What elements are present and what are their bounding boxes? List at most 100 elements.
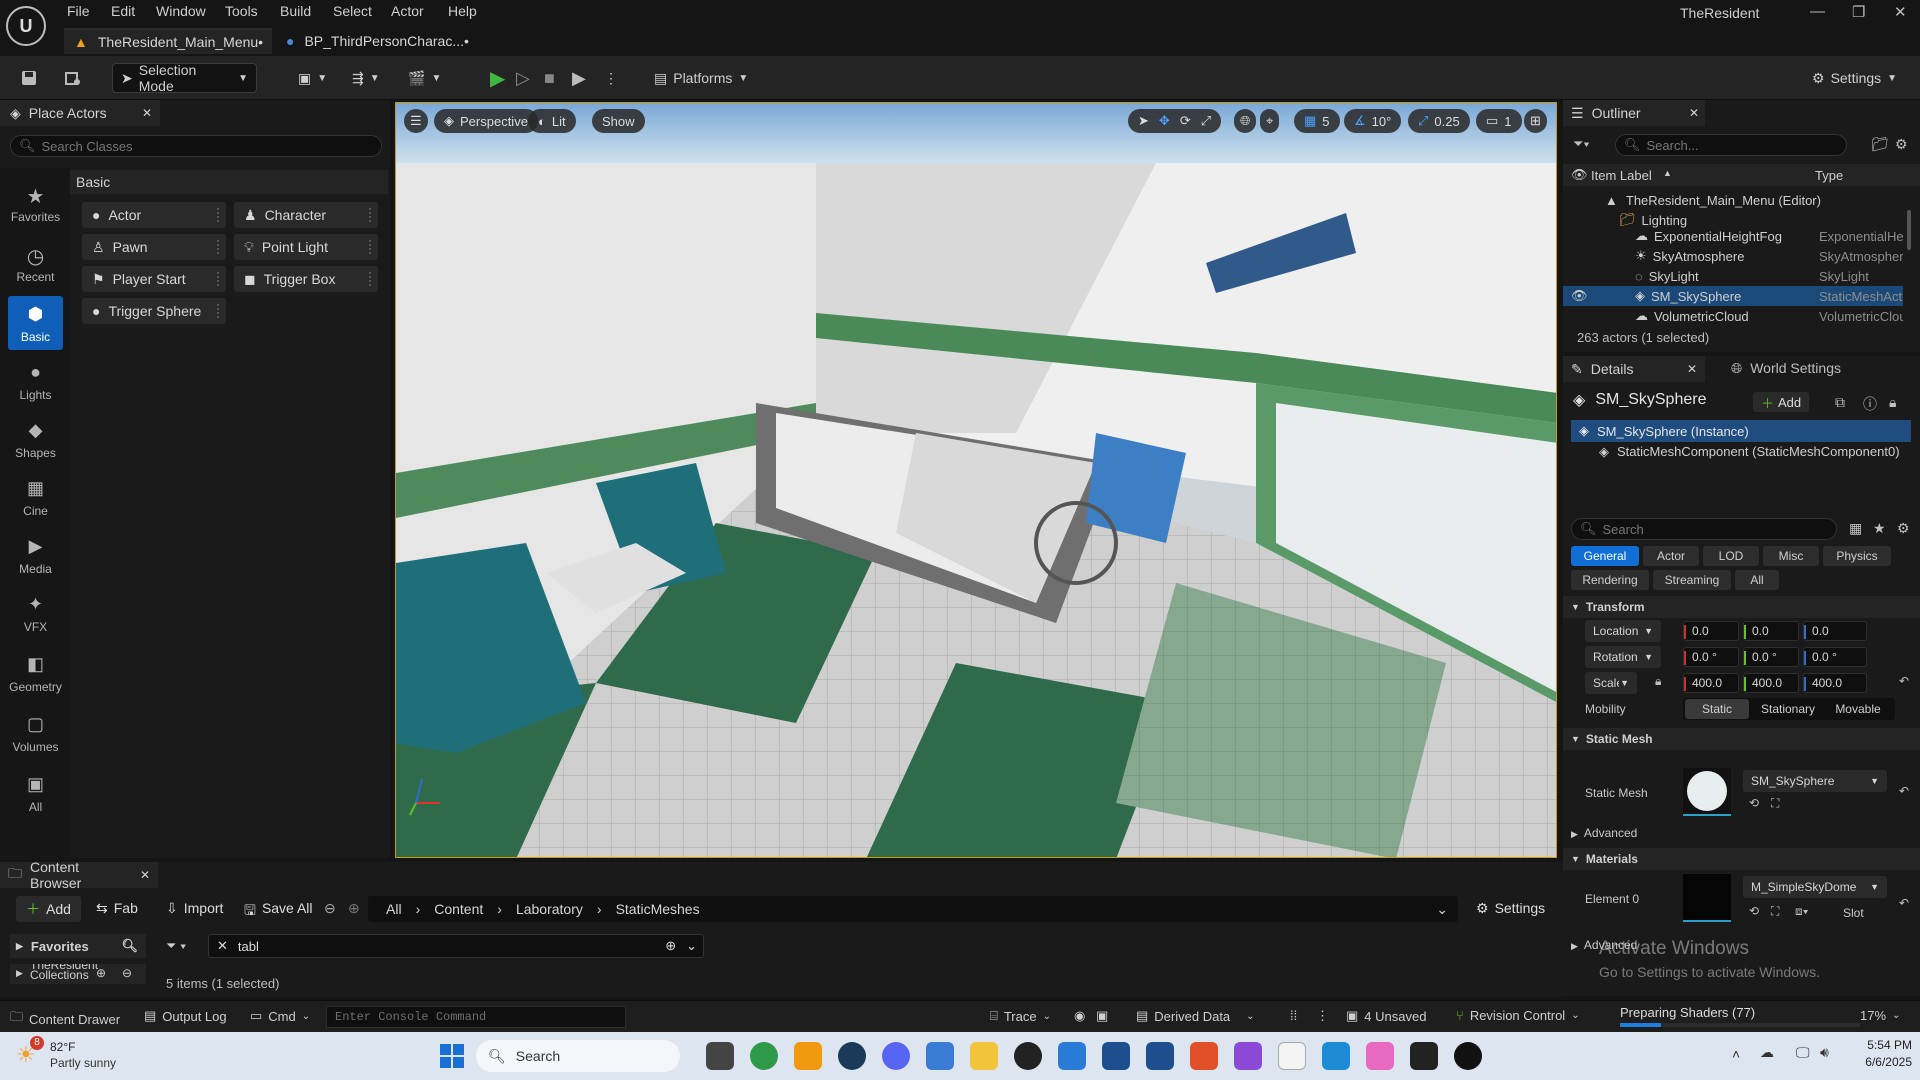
table-view-icon[interactable]: ▦ [1849, 520, 1862, 537]
output-log-button[interactable]: ▤ Output Log [144, 1008, 227, 1024]
blue-app-icon[interactable] [1322, 1042, 1350, 1070]
rotation-x-field[interactable]: 0.0 ° [1683, 647, 1739, 667]
record-icon[interactable]: ◉ [1074, 1008, 1085, 1024]
cb-settings-button[interactable]: ⚙ Settings [1476, 900, 1545, 917]
material-dropdown[interactable]: M_SimpleSkyDome ▼ [1743, 876, 1887, 898]
instance-row[interactable]: ◈ SM_SkySphere (Instance) [1571, 420, 1911, 442]
material-options-icon[interactable]: ⧈▾ [1795, 904, 1809, 919]
outliner-row-selected[interactable]: 👁︎ ◈ SM_SkySphere StaticMeshAct [1563, 286, 1903, 306]
derived-data-dropdown[interactable]: ▤ Derived Data ⌄ [1136, 1008, 1255, 1024]
menu-file[interactable]: File [67, 3, 90, 19]
cb-save-all-button[interactable]: 🖫 Save All [244, 900, 313, 924]
browse-icon[interactable]: ⟲ [1749, 796, 1759, 810]
network-icon[interactable]: 🖵︎ [1796, 1044, 1810, 1061]
viewport-layout-button[interactable]: ⊞ [1524, 109, 1547, 133]
scale-dropdown[interactable]: Scale▼ [1585, 672, 1637, 694]
blueprint-icon[interactable]: ⧉ [1835, 394, 1845, 411]
colorful-app-icon[interactable] [1366, 1042, 1394, 1070]
menu-edit[interactable]: Edit [111, 3, 135, 19]
material-thumbnail[interactable] [1683, 874, 1731, 922]
select-cursor-icon[interactable]: ➤ [1138, 113, 1149, 129]
save-icon[interactable] [12, 63, 46, 93]
document-icon[interactable] [1278, 1042, 1306, 1070]
use-selected-icon[interactable]: ⛶ [1771, 904, 1779, 919]
category-geometry[interactable]: ◧ Geometry [8, 654, 63, 694]
scale-y-field[interactable]: 400.0 [1743, 673, 1799, 693]
filter-all[interactable]: All [1735, 570, 1779, 590]
selection-mode-dropdown[interactable]: ➤ Selection Mode ▼ [112, 62, 257, 94]
static-mesh-thumbnail[interactable] [1683, 768, 1731, 816]
category-volumes[interactable]: ▢ Volumes [8, 714, 63, 754]
rotation-snap[interactable]: ∡ 10° [1344, 109, 1402, 133]
reset-icon[interactable]: ↶ [1899, 896, 1909, 910]
grid-snap[interactable]: ▦ 5 [1294, 109, 1340, 133]
filter-icon[interactable]: ⏷▾ [1573, 136, 1590, 152]
revision-control-dropdown[interactable]: ⑂ Revision Control ⌄ [1456, 1008, 1580, 1023]
help-icon[interactable]: ⓘ [1863, 394, 1877, 414]
filter-streaming[interactable]: Streaming [1653, 570, 1731, 590]
category-lights[interactable]: ● Lights [8, 362, 63, 402]
unreal-engine-icon[interactable] [1454, 1042, 1482, 1070]
use-selected-icon[interactable]: ⛶ [1771, 796, 1779, 811]
filter-actor[interactable]: Actor [1643, 546, 1699, 566]
obs-icon[interactable] [1014, 1042, 1042, 1070]
rotation-z-field[interactable]: 0.0 ° [1803, 647, 1867, 667]
cb-import-button[interactable]: ⇩ Import [166, 900, 223, 917]
filter-lod[interactable]: LOD [1703, 546, 1759, 566]
more-options-icon[interactable]: ⋮ [1316, 1008, 1329, 1024]
category-cine[interactable]: ▦ Cine [8, 478, 63, 518]
outliner-search-input[interactable]: 🔍︎ Search... [1615, 134, 1847, 156]
gear-icon[interactable]: ⚙ [1895, 136, 1908, 153]
clear-search-icon[interactable]: ✕ [217, 938, 228, 954]
volume-icon[interactable]: 🔊︎ [1820, 1044, 1829, 1061]
tab-main-menu-level[interactable]: ▲ TheResident_Main_Menu• [64, 28, 272, 54]
clock[interactable]: 5:54 PM 6/6/2025 [1852, 1038, 1912, 1069]
launch-icon[interactable]: ▶ [564, 63, 594, 93]
scale-z-field[interactable]: 400.0 [1803, 673, 1867, 693]
actor-item-character[interactable]: ♟ Character [234, 202, 378, 228]
editor2-icon[interactable] [1146, 1042, 1174, 1070]
outliner-scrollbar[interactable] [1907, 210, 1911, 250]
category-basic[interactable]: ⬢ Basic [8, 296, 63, 350]
static-mesh-dropdown[interactable]: SM_SkySphere ▼ [1743, 770, 1887, 792]
close-window-icon[interactable]: ✕ [1894, 3, 1907, 21]
outliner-row[interactable]: ◌ SkyLight SkyLight [1563, 266, 1903, 286]
path-content[interactable]: Content [434, 901, 483, 917]
content-icon[interactable] [56, 63, 90, 93]
lock-icon[interactable]: 🔒︎ [1655, 674, 1661, 689]
menu-help[interactable]: Help [448, 3, 477, 19]
cmd-dropdown[interactable]: ▭ Cmd ⌄ [250, 1008, 310, 1024]
store-icon[interactable] [926, 1042, 954, 1070]
reset-icon[interactable]: ↶ [1899, 784, 1909, 798]
taskbar-search[interactable]: 🔍︎ Search [476, 1040, 680, 1072]
chevron-down-icon[interactable]: ⌄ [686, 938, 697, 954]
stop-icon[interactable]: ■ [536, 63, 563, 93]
translate-icon[interactable]: ✥ [1159, 113, 1170, 129]
outliner-row-level[interactable]: ▲ TheResident_Main_Menu (Editor) [1563, 190, 1903, 210]
minimize-icon[interactable]: — [1810, 3, 1825, 20]
gear-icon[interactable]: ⚙ [1897, 520, 1910, 537]
outliner-row[interactable]: ☁︎ VolumetricCloud VolumetricClou [1563, 306, 1903, 326]
epic-games-icon[interactable] [1410, 1042, 1438, 1070]
notepad-icon[interactable] [1058, 1042, 1086, 1070]
add-actor-icon[interactable]: ▣ ▼ [290, 63, 335, 93]
settings-dropdown[interactable]: ⚙ Settings ▼ [1804, 63, 1905, 93]
step-icon[interactable]: ▷ [508, 63, 538, 93]
tab-blueprint-character[interactable]: ● BP_ThirdPersonCharac...• [276, 28, 476, 54]
tray-app-icon[interactable]: ☁︎ [1760, 1044, 1774, 1061]
menu-tools[interactable]: Tools [225, 3, 258, 19]
rotation-y-field[interactable]: 0.0 ° [1743, 647, 1799, 667]
windows-start-icon[interactable] [440, 1044, 464, 1068]
brave-icon[interactable] [1190, 1042, 1218, 1070]
trace-dropdown[interactable]: ⌸ Trace ⌄ [990, 1008, 1051, 1024]
close-icon[interactable]: ✕ [1687, 362, 1697, 376]
cb-add-button[interactable]: ＋ Add [16, 896, 81, 922]
actor-item-actor[interactable]: ● Actor [82, 202, 226, 228]
category-media[interactable]: ▶ Media [8, 536, 63, 576]
category-all[interactable]: ▣ All [8, 774, 63, 814]
search-classes-input[interactable]: 🔍︎ Search Classes [10, 135, 382, 157]
browse-icon[interactable]: ⟲ [1749, 904, 1759, 918]
details-tab[interactable]: ✎ Details ✕ [1563, 356, 1705, 382]
category-recent[interactable]: ◷ Recent [8, 244, 63, 284]
actor-item-player-start[interactable]: ⚑ Player Start [82, 266, 226, 292]
